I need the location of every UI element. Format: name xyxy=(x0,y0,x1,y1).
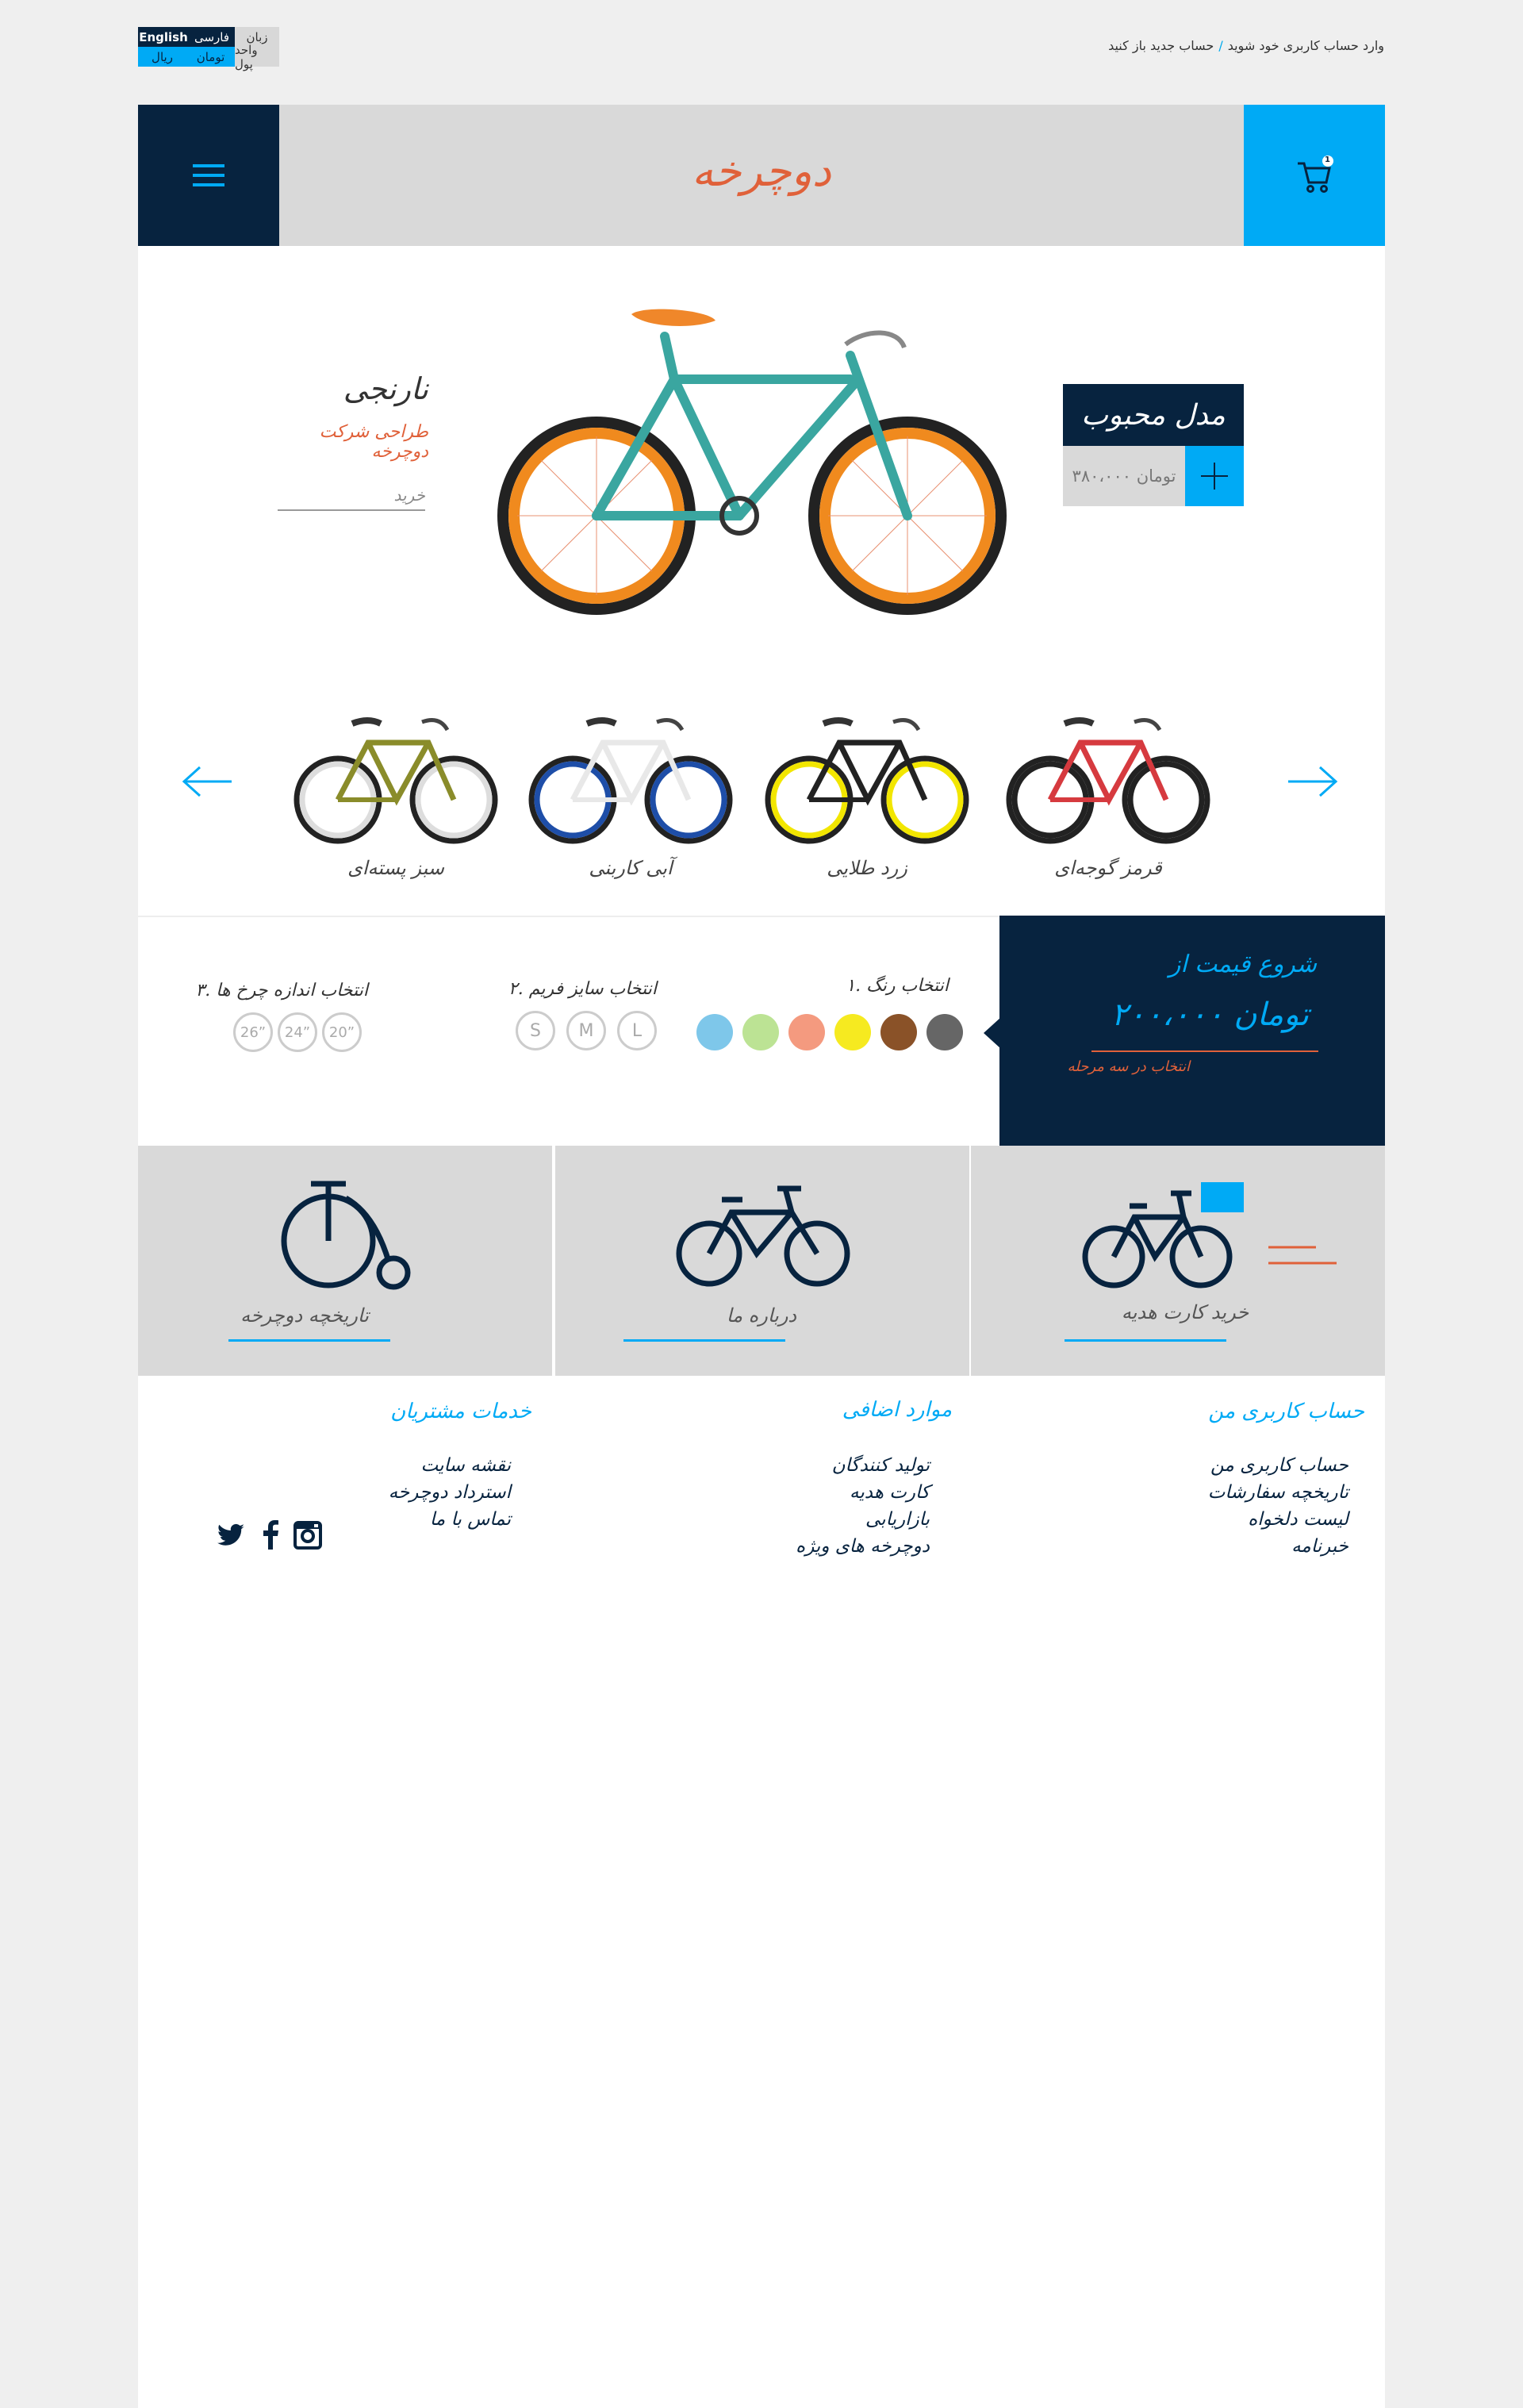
twitter-icon[interactable] xyxy=(216,1519,247,1551)
wheel-size-option[interactable]: 26” xyxy=(233,1012,273,1052)
hamburger-icon xyxy=(193,164,224,186)
footer-link[interactable]: نقشه سایت xyxy=(352,1452,511,1479)
gift-card-underline xyxy=(1065,1339,1226,1342)
register-link[interactable]: حساب جدید باز کنید xyxy=(1108,38,1214,53)
delivery-bike-icon xyxy=(1082,1182,1244,1288)
site-logo[interactable]: دوچرخه xyxy=(682,135,841,206)
frame-size-option[interactable]: M xyxy=(566,1011,606,1050)
cart-count-badge: 1 xyxy=(1325,156,1330,164)
price-from-label: شروع قیمت از xyxy=(1168,951,1317,978)
history-card[interactable]: تاریخچه دوچرخه xyxy=(138,1146,552,1376)
color-swatch[interactable] xyxy=(696,1014,733,1050)
bike-thumbnail-icon xyxy=(528,717,733,844)
color-swatch[interactable] xyxy=(788,1014,825,1050)
currency-label: واحد پول xyxy=(235,43,279,71)
hero-buy-link[interactable]: خرید xyxy=(278,486,425,511)
price-panel-pointer xyxy=(984,1017,1001,1049)
penny-farthing-icon xyxy=(281,1181,411,1290)
carousel-bike[interactable] xyxy=(524,698,738,849)
menu-button[interactable] xyxy=(138,105,279,246)
about-label: درباره ما xyxy=(726,1304,797,1327)
step-color-title: ۱. انتخاب رنگ xyxy=(846,976,949,996)
footer-link[interactable]: خبرنامه xyxy=(1142,1533,1348,1560)
speed-lines-icon xyxy=(1268,1246,1337,1265)
gift-card-label: خرید کارت هدیه xyxy=(1121,1301,1249,1323)
carousel-bike[interactable] xyxy=(760,698,974,849)
frame-size-option[interactable]: S xyxy=(516,1011,555,1050)
price-underline xyxy=(1091,1050,1318,1052)
wheel-size-option[interactable]: 20” xyxy=(322,1012,362,1052)
bike-thumbnail-icon xyxy=(293,717,498,844)
account-links: وارد حساب کاربری خود شوید / حساب جدید باز … xyxy=(1108,38,1384,53)
hero-title: مدل محبوب xyxy=(1063,384,1244,446)
footer-link[interactable]: استرداد دوچرخه xyxy=(352,1479,511,1506)
step-wheel-title: ۳. انتخاب اندازه چرخ ها xyxy=(195,981,368,1000)
footer-link[interactable]: تماس با ما xyxy=(352,1506,511,1533)
footer-link[interactable]: حساب کاربری من xyxy=(1142,1452,1348,1479)
price-from-value: ۲۰۰،۰۰۰ تومان xyxy=(1111,997,1309,1033)
footer-service-title: خدمات مشتریان xyxy=(390,1400,531,1423)
color-swatch[interactable] xyxy=(742,1014,779,1050)
language-english[interactable]: English xyxy=(138,27,189,47)
hero-price: ۳۸۰،۰۰۰ تومان xyxy=(1063,446,1185,506)
cart-button[interactable]: 1 xyxy=(1244,105,1385,246)
carousel-bike-label: زرد طلایی xyxy=(827,857,907,879)
step-size-title: ۲. انتخاب سایز فریم xyxy=(508,979,657,999)
login-link[interactable]: وارد حساب کاربری خود شوید xyxy=(1228,38,1384,53)
facebook-icon[interactable] xyxy=(255,1519,287,1551)
plus-icon xyxy=(1201,463,1228,490)
carousel-prev-arrow[interactable] xyxy=(179,766,235,797)
carousel-bike-label: قرمز گوجه‌ای xyxy=(1054,857,1162,879)
language-currency-switcher: English فارسی زبان ریال تومان واحد پول xyxy=(138,27,279,71)
price-note: انتخاب در سه مرحله xyxy=(1067,1058,1190,1075)
hero-bike-image xyxy=(485,281,1041,630)
carousel-bike-label: آبی کاربنی xyxy=(589,857,673,879)
language-farsi[interactable]: فارسی xyxy=(189,27,235,47)
color-swatch[interactable] xyxy=(880,1014,917,1050)
footer-link[interactable]: کارت هدیه xyxy=(747,1479,930,1506)
footer-account-title: حساب کاربری من xyxy=(1208,1400,1364,1423)
carousel-bike[interactable] xyxy=(1001,698,1215,849)
instagram-icon[interactable] xyxy=(292,1519,324,1551)
bike-thumbnail-icon xyxy=(765,717,969,844)
add-to-cart-button[interactable] xyxy=(1185,446,1244,506)
wheel-size-option[interactable]: 24” xyxy=(278,1012,317,1052)
hero-bicycle xyxy=(497,309,1007,615)
arrow-left-icon xyxy=(182,766,232,797)
bike-thumbnail-icon xyxy=(1006,717,1210,844)
arrow-right-icon xyxy=(1288,766,1338,797)
color-swatch[interactable] xyxy=(834,1014,871,1050)
about-card[interactable]: درباره ما xyxy=(555,1146,969,1376)
history-label: تاریخچه دوچرخه xyxy=(240,1304,369,1327)
carousel-bike[interactable] xyxy=(289,698,503,849)
about-underline xyxy=(623,1339,785,1342)
footer-link[interactable]: لیست دلخواه xyxy=(1142,1506,1348,1533)
frame-size-option[interactable]: L xyxy=(617,1011,657,1050)
gift-card-card[interactable]: خرید کارت هدیه xyxy=(971,1146,1385,1376)
bicycle-icon xyxy=(676,1185,850,1287)
history-underline xyxy=(228,1339,390,1342)
currency-rial[interactable]: ریال xyxy=(138,47,186,67)
carousel-bike-label: سبز پسته‌ای xyxy=(347,857,444,879)
hero-product-subtitle: طراحی شرکت دوچرخه xyxy=(319,422,428,462)
hero-product-name: نارنجی xyxy=(343,371,428,406)
footer-link[interactable]: تاریخچه سفارشات xyxy=(1142,1479,1348,1506)
footer-extras-title: موارد اضافی xyxy=(842,1398,952,1422)
currency-toman[interactable]: تومان xyxy=(186,47,235,67)
footer-link[interactable]: تولید کنندگان xyxy=(747,1452,930,1479)
color-swatch[interactable] xyxy=(926,1014,963,1050)
footer-link[interactable]: دوچرخه های ویژه xyxy=(747,1533,930,1560)
carousel-next-arrow[interactable] xyxy=(1285,766,1341,797)
footer-link[interactable]: بازاریابی xyxy=(747,1506,930,1533)
link-separator: / xyxy=(1218,38,1223,53)
